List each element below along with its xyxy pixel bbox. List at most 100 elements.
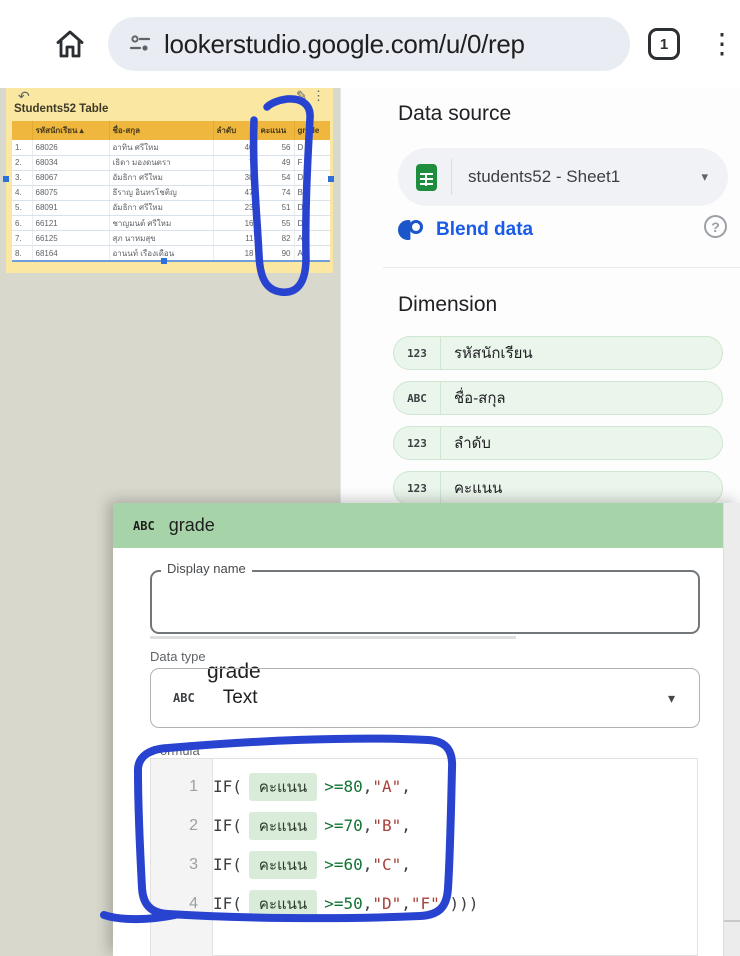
line-number: 2 <box>151 817 213 835</box>
formula-code: IF(คะแนน>=60,"C", <box>213 851 411 879</box>
chevron-down-icon[interactable]: ▾ <box>701 169 708 185</box>
site-settings-icon[interactable] <box>128 32 152 56</box>
table-cell: สุภ นาหมสุข <box>109 231 213 246</box>
table-row[interactable]: 6.66121ชาญมนต์ ศรีใหม1655D <box>12 215 330 230</box>
table-cell: 49 <box>257 155 294 170</box>
table-title: Students52 Table <box>14 103 108 115</box>
looker-studio-mobile-screen: lookerstudio.google.com/u/0/rep 1 ⋮ ↶ ✎ … <box>0 0 740 956</box>
formula-code: IF(คะแนน>=70,"B", <box>213 812 411 840</box>
table-cell: 6. <box>12 215 32 230</box>
column-header[interactable] <box>12 121 32 140</box>
formula-editor[interactable]: 1IF(คะแนน>=80,"A",2IF(คะแนน>=70,"B",3IF(… <box>150 758 698 956</box>
table-cell: 54 <box>257 170 294 185</box>
field-editor-header: ABC grade <box>113 503 740 548</box>
table-cell: 47 <box>213 185 257 200</box>
field-chip[interactable]: คะแนน <box>249 890 317 918</box>
dimension-field-chip[interactable]: 123 รหัสนักเรียน <box>393 336 723 370</box>
table-cell: A <box>294 246 330 261</box>
table-row[interactable]: 1.68026อาทิน ศรีใหม4056D <box>12 140 330 155</box>
line-number: 3 <box>151 856 213 874</box>
table-row[interactable]: 2.68034เธิดา มองดนตรา749F <box>12 155 330 170</box>
url-bar[interactable]: lookerstudio.google.com/u/0/rep <box>108 17 630 71</box>
data-type-badge: ABC <box>173 691 195 705</box>
field-name: grade <box>169 515 215 536</box>
url-text: lookerstudio.google.com/u/0/rep <box>164 29 525 60</box>
browser-toolbar: lookerstudio.google.com/u/0/rep 1 ⋮ <box>0 0 740 88</box>
formula-token: , <box>363 816 373 835</box>
formula-line: 4IF(คะแนน>=50,"D","F")))) <box>151 884 699 923</box>
divider <box>440 471 441 505</box>
field-type-badge: 123 <box>394 482 440 495</box>
table-cell: 68034 <box>32 155 109 170</box>
table-row[interactable]: 4.68075ธีราญ อินทรโชติญ4774B <box>12 185 330 200</box>
table-row[interactable]: 7.66125สุภ นาหมสุข1182A <box>12 231 330 246</box>
table-cell: อัมธิกา ศรีใหม <box>109 170 213 185</box>
formula-token: , <box>401 894 411 913</box>
table-cell: 56 <box>257 140 294 155</box>
table-cell: D <box>294 140 330 155</box>
blend-data-label: Blend data <box>436 219 533 241</box>
google-sheets-icon <box>416 164 437 191</box>
selection-handle[interactable] <box>3 176 9 182</box>
data-type-select[interactable]: ABC Text ▾ <box>150 668 700 728</box>
formula-token: , <box>363 777 373 796</box>
dimension-field-chip[interactable]: 123คะแนน <box>393 471 723 505</box>
table-cell: 8. <box>12 246 32 261</box>
home-icon[interactable] <box>52 26 88 62</box>
selection-handle[interactable] <box>161 258 167 264</box>
table-cell: 7 <box>213 155 257 170</box>
dimension-field-chip[interactable]: 123ลำดับ <box>393 426 723 460</box>
field-chip[interactable]: คะแนน <box>249 773 317 801</box>
table-widget[interactable]: ↶ ✎ ⋮ Students52 Table รหัสนักเรียน ▴ชื่… <box>6 88 333 273</box>
column-header[interactable]: คะแนน <box>257 121 294 140</box>
formula-token: , <box>401 816 411 835</box>
formula-line: 3IF(คะแนน>=60,"C", <box>151 845 699 884</box>
column-header[interactable]: grade <box>294 121 330 140</box>
data-source-selector[interactable]: students52 - Sheet1 ▾ <box>398 148 728 206</box>
formula-token: , <box>363 894 373 913</box>
selection-outline <box>12 260 330 262</box>
divider <box>440 426 441 460</box>
formula-token: >=80 <box>324 777 363 796</box>
table-cell: 11 <box>213 231 257 246</box>
scrollbar[interactable] <box>723 503 740 956</box>
table-body: 1.68026อาทิน ศรีใหม4056D2.68034เธิดา มอง… <box>12 140 330 261</box>
tab-switcher-button[interactable]: 1 <box>648 28 680 60</box>
field-chip[interactable]: คะแนน <box>249 851 317 879</box>
table-row[interactable]: 8.68164อานนท์ เรืองเดือน1890A <box>12 246 330 261</box>
display-name-input[interactable]: grade <box>150 570 700 634</box>
table-cell: 66125 <box>32 231 109 246</box>
edit-pencil-icon[interactable]: ✎ <box>296 88 307 104</box>
help-icon[interactable]: ? <box>704 215 727 238</box>
dimension-field-list: 123 รหัสนักเรียน ABCชื่อ-สกุล 123ลำดับ 123คะ… <box>393 336 723 516</box>
column-header[interactable]: ชื่อ-สกุล <box>109 121 213 140</box>
column-header[interactable]: ลำดับ <box>213 121 257 140</box>
formula-token: IF( <box>213 855 242 874</box>
table-cell: 18 <box>213 246 257 261</box>
table-cell: 68026 <box>32 140 109 155</box>
column-header[interactable]: รหัสนักเรียน ▴ <box>32 121 109 140</box>
field-chip[interactable]: คะแนน <box>249 812 317 840</box>
table-cell: D <box>294 170 330 185</box>
table-row[interactable]: 3.68067อัมธิกา ศรีใหม3854D <box>12 170 330 185</box>
browser-menu-icon[interactable]: ⋮ <box>708 24 732 64</box>
table-cell: 3. <box>12 170 32 185</box>
table-row[interactable]: 5.68091อัมธิกา ศรีใหม2351D <box>12 200 330 215</box>
table-header-row[interactable]: รหัสนักเรียน ▴ชื่อ-สกุลลำดับคะแนนgrade <box>12 121 330 140</box>
widget-more-icon[interactable]: ⋮ <box>312 88 325 104</box>
formula-code: IF(คะแนน>=80,"A", <box>213 773 411 801</box>
table-cell: 2. <box>12 155 32 170</box>
field-type-badge: 123 <box>394 347 440 360</box>
formula-line: 1IF(คะแนน>=80,"A", <box>151 767 699 806</box>
table-cell: 7. <box>12 231 32 246</box>
table-cell: 66121 <box>32 215 109 230</box>
selection-handle[interactable] <box>328 176 334 182</box>
field-label: รหัสนักเรียน <box>454 341 533 365</box>
table-cell: D <box>294 215 330 230</box>
blend-data-button[interactable]: Blend data <box>398 215 533 245</box>
table-cell: 82 <box>257 231 294 246</box>
formula-token: "C" <box>372 855 401 874</box>
dimension-field-chip[interactable]: ABCชื่อ-สกุล <box>393 381 723 415</box>
formula-token: , <box>363 855 373 874</box>
table-cell: D <box>294 200 330 215</box>
